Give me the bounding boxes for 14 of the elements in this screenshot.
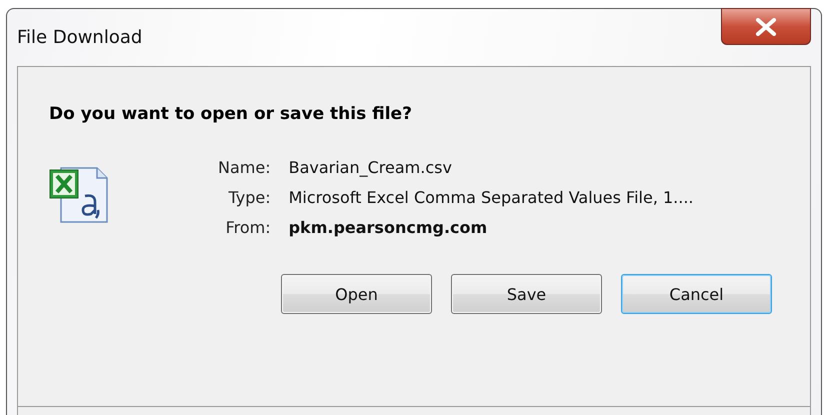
field-label: From: — [224, 218, 271, 237]
close-icon — [755, 18, 777, 36]
close-button[interactable] — [721, 8, 811, 45]
dialog-button[interactable]: Cancel — [621, 274, 772, 314]
field-label: Name: — [218, 158, 271, 177]
question-text: Do you want to open or save this file? — [49, 104, 413, 124]
field-value: pkm.pearsoncmg.com — [288, 218, 488, 237]
spreadsheet-file-icon — [49, 166, 109, 224]
dialog-button[interactable]: Save — [451, 274, 602, 314]
dialog-button[interactable]: Open — [281, 274, 432, 314]
field-value: Bavarian_Cream.csv — [288, 158, 453, 177]
window-title: File Download — [17, 27, 142, 48]
field-label: Type: — [227, 188, 271, 207]
field-value: Microsoft Excel Comma Separated Values File, 1.... — [288, 188, 694, 207]
